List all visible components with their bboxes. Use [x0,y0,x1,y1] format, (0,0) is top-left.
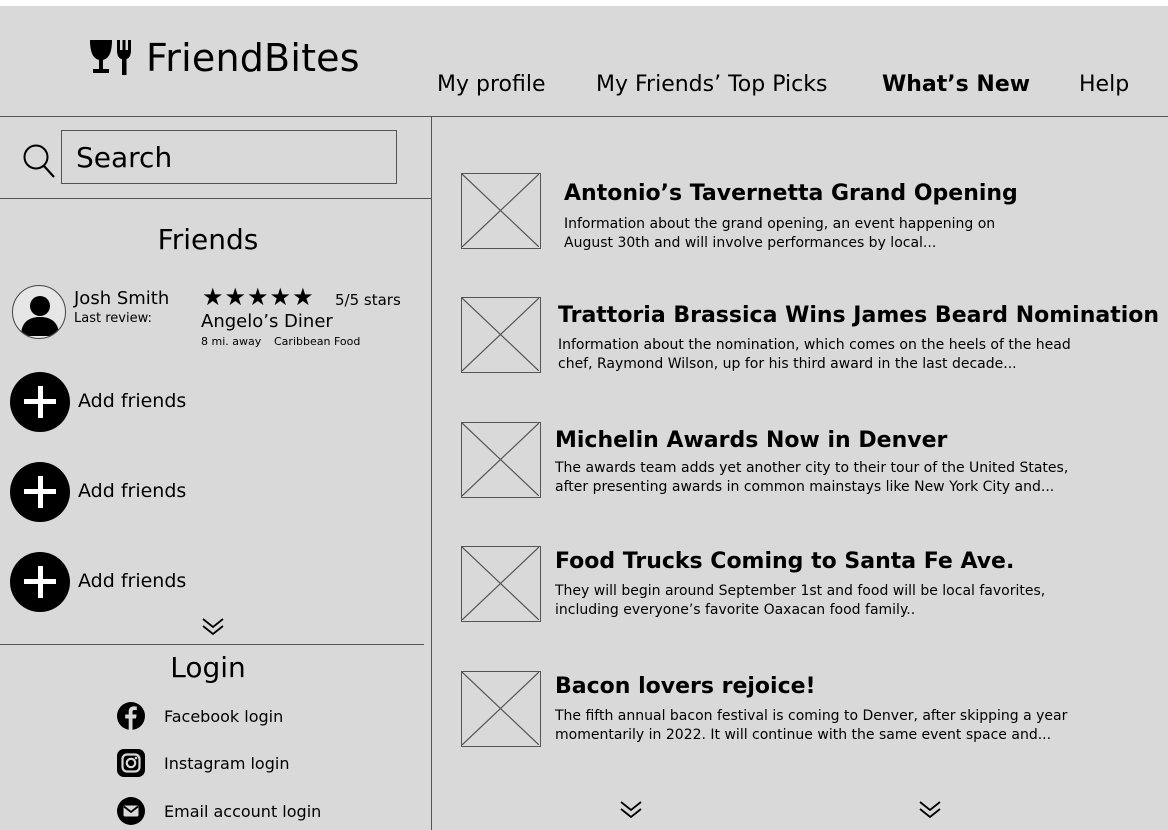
image-placeholder-icon [461,422,541,498]
expand-friends-chevron-icon[interactable] [201,617,225,637]
friends-heading: Friends [157,223,259,256]
facebook-icon [117,702,145,730]
news-summary-line: The fifth annual bacon festival is comin… [555,708,1068,724]
friend-name[interactable]: Josh Smith [74,288,169,309]
instagram-login-button[interactable]: Instagram login [116,748,289,778]
news-title[interactable]: Bacon lovers rejoice! [555,674,816,699]
app-frame: FriendBites My profile My Friends’ Top P… [0,6,1168,830]
login-section: Login Facebook login Instagram login Ema… [0,644,424,830]
wine-fork-icon [90,40,131,75]
rating-text: 5/5 stars [335,291,401,309]
load-more-chevron-icon[interactable] [619,800,643,820]
news-title[interactable]: Antonio’s Tavernetta Grand Opening [564,181,1018,206]
last-review-label: Last review: [74,311,152,326]
news-summary-line: momentarily in 2022. It will continue wi… [555,727,1052,743]
restaurant-name[interactable]: Angelo’s Diner [201,311,333,332]
news-title[interactable]: Trattoria Brassica Wins James Beard Nomi… [558,303,1159,328]
news-summary-line: after presenting awards in common mainst… [555,479,1055,495]
nav-friends-top-picks[interactable]: My Friends’ Top Picks [596,72,827,97]
facebook-login-label: Facebook login [164,706,284,726]
facebook-login-button[interactable]: Facebook login [116,701,283,731]
nav-my-profile[interactable]: My profile [437,72,546,97]
add-friends-button[interactable]: Add friends [10,372,310,432]
friend-card[interactable]: Josh Smith Last review: ★★★★★ 5/5 stars … [12,278,412,348]
news-summary-line: August 30th and will involve performance… [564,235,937,251]
left-sidebar: Friends Josh Smith Last review: ★★★★★ 5/… [0,117,432,830]
news-title[interactable]: Food Trucks Coming to Santa Fe Ave. [555,549,1014,574]
email-icon [117,797,145,825]
add-friends-button[interactable]: Add friends [10,552,310,612]
restaurant-distance: 8 mi. away [201,335,262,348]
avatar[interactable] [12,285,66,339]
news-feed: Antonio’s Tavernetta Grand Opening Infor… [432,117,1168,830]
restaurant-cuisine: Caribbean Food [274,335,361,348]
instagram-login-label: Instagram login [164,753,290,773]
header: FriendBites My profile My Friends’ Top P… [0,6,1168,117]
email-login-label: Email account login [164,801,322,821]
star-rating: ★★★★★ [202,283,315,311]
news-summary-line: The awards team adds yet another city to… [555,460,1069,476]
plus-icon [10,372,70,432]
email-login-button[interactable]: Email account login [116,796,321,826]
news-summary-line: Information about the nomination, which … [558,337,1071,353]
plus-icon [10,462,70,522]
image-placeholder-icon [461,546,541,622]
login-heading: Login [170,651,246,684]
nav-help[interactable]: Help [1079,72,1129,97]
add-friends-label: Add friends [78,480,187,502]
news-title[interactable]: Michelin Awards Now in Denver [555,428,947,453]
load-more-chevron-icon[interactable] [918,800,942,820]
news-summary-line: chef, Raymond Wilson, up for his third a… [558,356,1017,372]
news-summary-line: including everyone’s favorite Oaxacan fo… [555,602,916,618]
image-placeholder-icon [461,173,541,249]
plus-icon [10,552,70,612]
user-icon [21,296,59,336]
add-friends-label: Add friends [78,390,187,412]
image-placeholder-icon [461,671,541,747]
app-name: FriendBites [146,36,360,80]
logo[interactable]: FriendBites [88,36,360,80]
nav-whats-new[interactable]: What’s New [882,72,1030,97]
news-summary-line: Information about the grand opening, an … [564,216,996,232]
search-input[interactable] [61,130,397,184]
news-summary-line: They will begin around September 1st and… [555,583,1046,599]
search-bar [0,117,432,199]
instagram-icon [117,749,145,777]
add-friends-button[interactable]: Add friends [10,462,310,522]
image-placeholder-icon [461,297,541,373]
add-friends-label: Add friends [78,570,187,592]
search-icon[interactable] [22,143,56,179]
